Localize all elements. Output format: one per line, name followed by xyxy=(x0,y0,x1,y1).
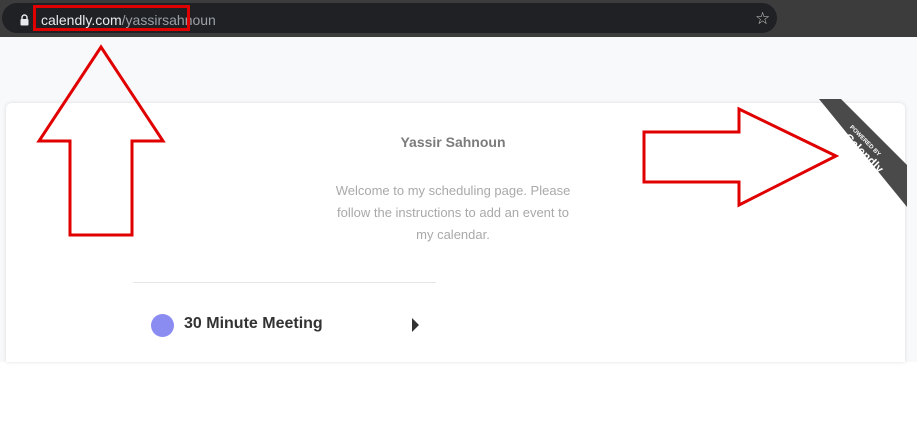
arrow-up xyxy=(36,44,166,237)
star-icon[interactable]: ☆ xyxy=(755,9,770,29)
url-highlight-box xyxy=(33,5,190,31)
owner-name: Yassir Sahnoun xyxy=(400,134,506,150)
event-type-30-minute-meeting[interactable]: 30 Minute Meeting xyxy=(133,306,436,346)
event-color-dot xyxy=(151,314,174,337)
lock-icon xyxy=(20,14,29,26)
divider xyxy=(133,282,436,283)
welcome-message: Welcome to my scheduling page. Please fo… xyxy=(335,183,571,242)
event-label: 30 Minute Meeting xyxy=(184,315,323,332)
caret-right-icon xyxy=(412,318,419,332)
arrow-right xyxy=(642,106,839,208)
